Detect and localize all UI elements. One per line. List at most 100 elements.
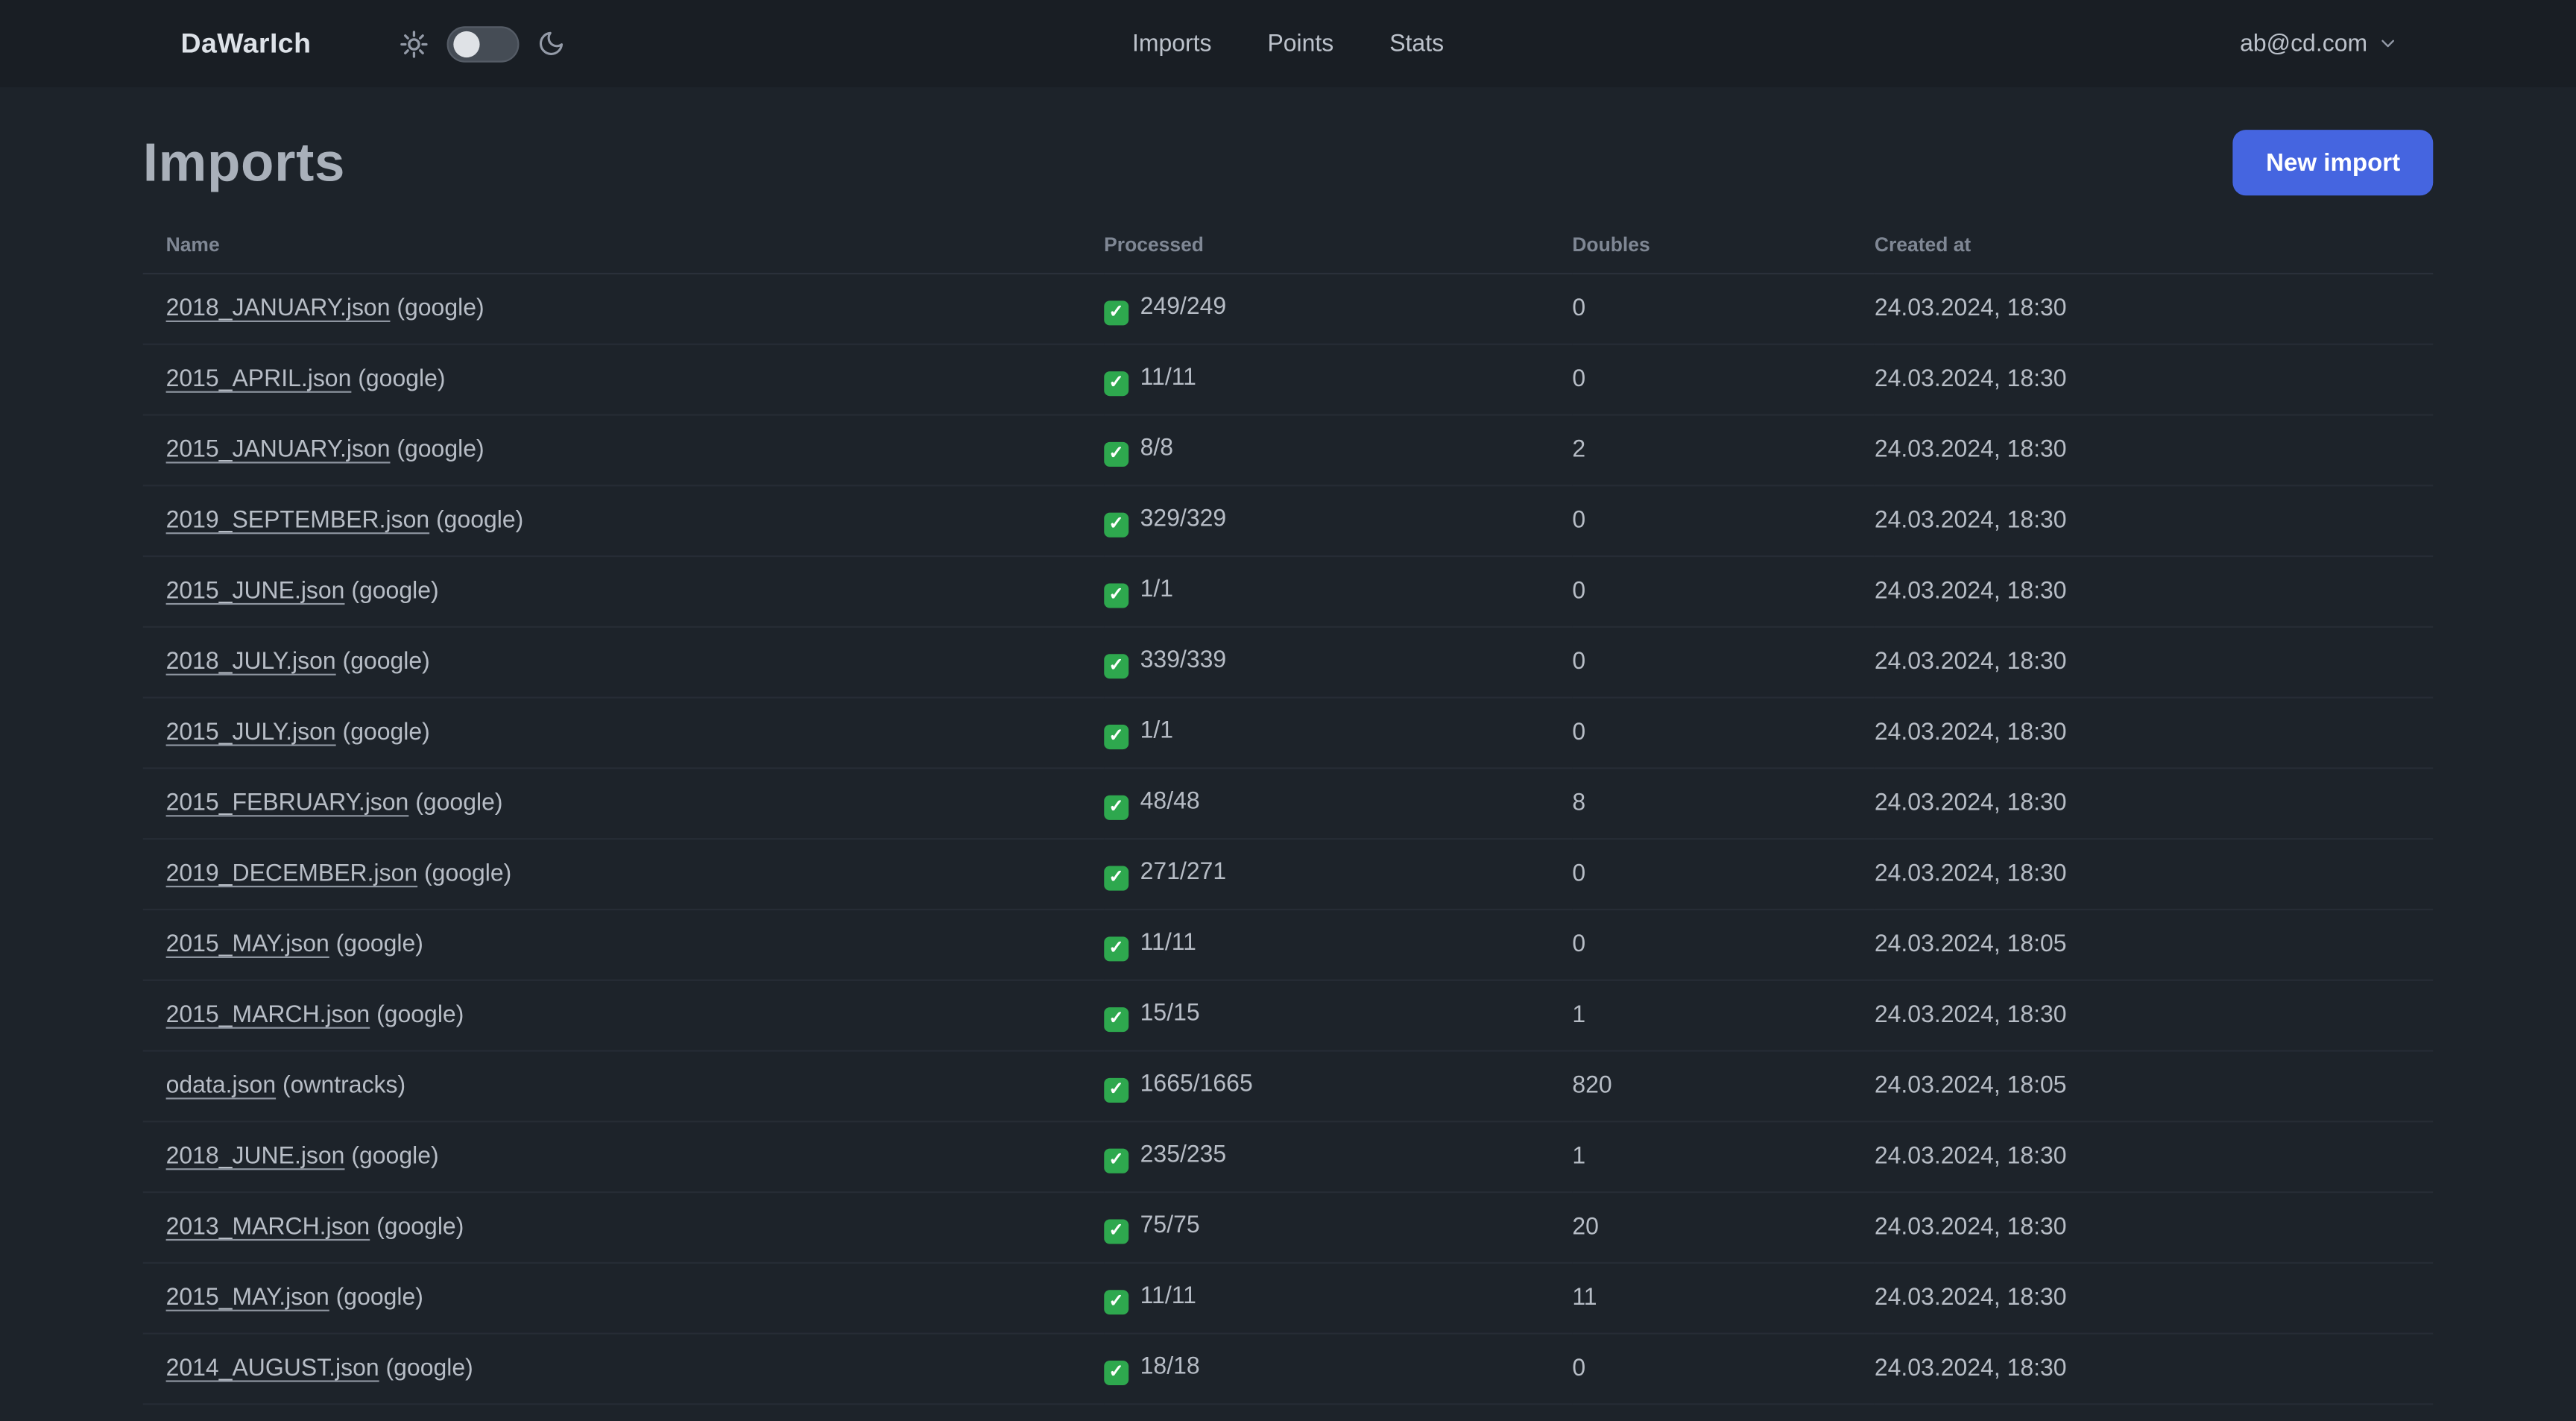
created-at: 24.03.2024, 18:30 — [1874, 556, 2434, 628]
nav-item-points[interactable]: Points — [1267, 31, 1333, 57]
import-source: (google) — [342, 649, 430, 675]
new-import-button[interactable]: New import — [2233, 130, 2434, 196]
import-source: (google) — [376, 1214, 464, 1241]
imports-table: Name Processed Doubles Created at 2018_J… — [142, 220, 2434, 1421]
user-menu[interactable]: ab@cd.com — [2240, 31, 2399, 57]
processed-count: 329/329 — [1140, 505, 1227, 532]
app-viewport: DaWarIch Imports Points Stats ab@cd.com … — [0, 0, 2576, 1421]
doubles-count: 1 — [1572, 980, 1875, 1052]
import-name-link[interactable]: 2015_MARCH.json — [166, 1003, 370, 1029]
created-at: 24.03.2024, 18:30 — [1874, 415, 2434, 487]
import-source: (google) — [335, 931, 423, 958]
page-title: Imports — [142, 131, 346, 192]
processed-count: 339/339 — [1140, 646, 1227, 673]
check-icon: ✓ — [1104, 300, 1129, 325]
table-row: 2018_JANUARY.json (google) ✓ 249/249 0 24… — [142, 273, 2434, 345]
column-header-processed: Processed — [1104, 220, 1573, 275]
import-source: (google) — [385, 1355, 473, 1382]
check-icon: ✓ — [1104, 1077, 1129, 1102]
table-row: 2013_MARCH.json (google) ✓ 75/75 20 24.03… — [142, 1192, 2434, 1264]
processed-count: 75/75 — [1140, 1212, 1200, 1238]
import-name-link[interactable]: 2015_JUNE.json — [166, 579, 345, 605]
created-at: 24.03.2024, 18:30 — [1874, 273, 2434, 345]
check-icon: ✓ — [1104, 441, 1129, 466]
import-name-link[interactable]: 2015_FEBRUARY.json — [166, 790, 409, 816]
processed-count: 1665/1665 — [1140, 1070, 1253, 1097]
import-source: (google) — [397, 295, 484, 323]
processed-count: 11/11 — [1140, 364, 1196, 391]
import-name-link[interactable]: 2015_JANUARY.json — [166, 437, 391, 463]
created-at: 24.03.2024, 18:30 — [1874, 980, 2434, 1052]
import-source: (google) — [335, 1285, 423, 1311]
processed-count: 235/235 — [1140, 1141, 1227, 1168]
created-at: 24.03.2024, 18:30 — [1874, 1192, 2434, 1264]
import-source: (google) — [376, 1002, 464, 1029]
check-icon: ✓ — [1104, 794, 1129, 819]
import-source: (google) — [351, 578, 439, 605]
table-row: 2014_AUGUST.json (google) ✓ 18/18 0 24.03… — [142, 1333, 2434, 1405]
table-row: 2018_JULY.json (google) ✓ 339/339 0 24.03… — [142, 626, 2434, 699]
import-name-link[interactable]: 2015_MAY.json — [166, 932, 329, 958]
processed-count: 271/271 — [1140, 858, 1227, 885]
processed-count: 11/11 — [1140, 929, 1196, 956]
theme-switcher — [400, 25, 566, 62]
check-icon: ✓ — [1104, 371, 1129, 396]
table-row: 2013_JUNE.json (google) ✓178/178 59 24.0… — [142, 1404, 2434, 1421]
import-name-link[interactable]: 2015_JULY.json — [166, 719, 336, 746]
import-source: (google) — [424, 860, 512, 888]
doubles-count: 0 — [1572, 1333, 1875, 1405]
nav-item-stats[interactable]: Stats — [1389, 31, 1444, 57]
chevron-down-icon — [2381, 40, 2395, 48]
check-icon: ✓ — [1104, 1006, 1129, 1032]
import-name-link[interactable]: 2018_JULY.json — [166, 649, 336, 675]
sun-icon — [401, 30, 429, 57]
import-name-link[interactable]: odata.json — [166, 1073, 277, 1099]
doubles-count: 0 — [1572, 697, 1875, 769]
main-content: Imports New import Name Processed Double… — [0, 130, 2576, 1421]
imports-table-body: 2018_JANUARY.json (google) ✓ 249/249 0 24… — [142, 273, 2434, 1421]
doubles-count: 0 — [1572, 344, 1875, 416]
processed-count: 8/8 — [1140, 434, 1174, 461]
check-icon: ✓ — [1104, 582, 1129, 608]
check-icon: ✓ — [1104, 1147, 1129, 1173]
nav-item-imports[interactable]: Imports — [1132, 31, 1212, 57]
processed-count: 15/15 — [1140, 1000, 1200, 1027]
processed-count: 1/1 — [1140, 717, 1174, 744]
created-at: 24.03.2024, 18:30 — [1874, 1121, 2434, 1194]
doubles-count: 8 — [1572, 768, 1875, 840]
table-row: odata.json (owntracks) ✓ 1665/1665 820 24… — [142, 1050, 2434, 1123]
created-at: 24.03.2024, 18:30 — [1874, 839, 2434, 911]
import-name-link[interactable]: 2019_DECEMBER.json — [166, 861, 418, 887]
page-header: Imports New import — [142, 130, 2434, 196]
theme-toggle-knob — [454, 30, 481, 57]
app-logo[interactable]: DaWarIch — [180, 27, 311, 60]
import-name-link[interactable]: 2015_MAY.json — [166, 1285, 329, 1311]
column-header-doubles: Doubles — [1572, 220, 1875, 275]
import-source: (google) — [436, 508, 524, 535]
check-icon: ✓ — [1104, 653, 1129, 678]
import-source: (google) — [397, 437, 484, 464]
import-name-link[interactable]: 2013_MARCH.json — [166, 1214, 370, 1241]
table-row: 2015_FEBRUARY.json (google) ✓ 48/48 8 24.… — [142, 768, 2434, 840]
created-at: 24.03.2024, 18:30 — [1874, 485, 2434, 558]
import-source: (google) — [358, 366, 446, 393]
doubles-count: 0 — [1572, 273, 1875, 345]
created-at: 24.03.2024, 18:30 — [1874, 626, 2434, 699]
import-source: (owntracks) — [282, 1073, 406, 1100]
check-icon: ✓ — [1104, 865, 1129, 890]
import-name-link[interactable]: 2018_JANUARY.json — [166, 296, 391, 322]
import-name-link[interactable]: 2014_AUGUST.json — [166, 1355, 379, 1381]
theme-toggle[interactable] — [447, 25, 520, 62]
created-at: 24.03.2024, 18:30 — [1874, 1404, 2434, 1421]
import-name-link[interactable]: 2018_JUNE.json — [166, 1144, 345, 1170]
import-name-link[interactable]: 2015_APRIL.json — [166, 367, 352, 393]
processed-count: 48/48 — [1140, 787, 1200, 815]
doubles-count: 59 — [1572, 1404, 1875, 1421]
doubles-count: 820 — [1572, 1050, 1875, 1123]
table-row: 2015_APRIL.json (google) ✓ 11/11 0 24.03.… — [142, 344, 2434, 416]
table-row: 2018_JUNE.json (google) ✓ 235/235 1 24.03… — [142, 1121, 2434, 1194]
check-icon: ✓ — [1104, 936, 1129, 961]
doubles-count: 0 — [1572, 556, 1875, 628]
import-name-link[interactable]: 2019_SEPTEMBER.json — [166, 508, 430, 534]
check-icon: ✓ — [1104, 1289, 1129, 1314]
